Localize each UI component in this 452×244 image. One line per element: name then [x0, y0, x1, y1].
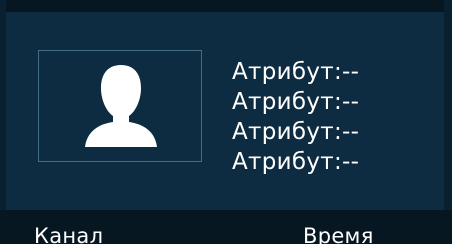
channel-label: Канал — [34, 224, 104, 244]
attribute-line: Атрибут:-- — [232, 119, 360, 145]
left-edge — [0, 0, 6, 244]
time-label: Время — [303, 224, 374, 244]
attribute-line: Атрибут:-- — [232, 59, 360, 85]
top-strip — [0, 0, 452, 12]
right-edge — [444, 0, 452, 244]
attribute-line: Атрибут:-- — [232, 149, 360, 175]
face-info-panel: Атрибут:-- Атрибут:-- Атрибут:-- Атрибут… — [0, 0, 452, 244]
attribute-list: Атрибут:-- Атрибут:-- Атрибут:-- Атрибут… — [232, 57, 359, 177]
person-silhouette-icon — [85, 65, 157, 147]
attribute-line: Атрибут:-- — [232, 89, 360, 115]
face-photo-placeholder — [38, 50, 202, 162]
